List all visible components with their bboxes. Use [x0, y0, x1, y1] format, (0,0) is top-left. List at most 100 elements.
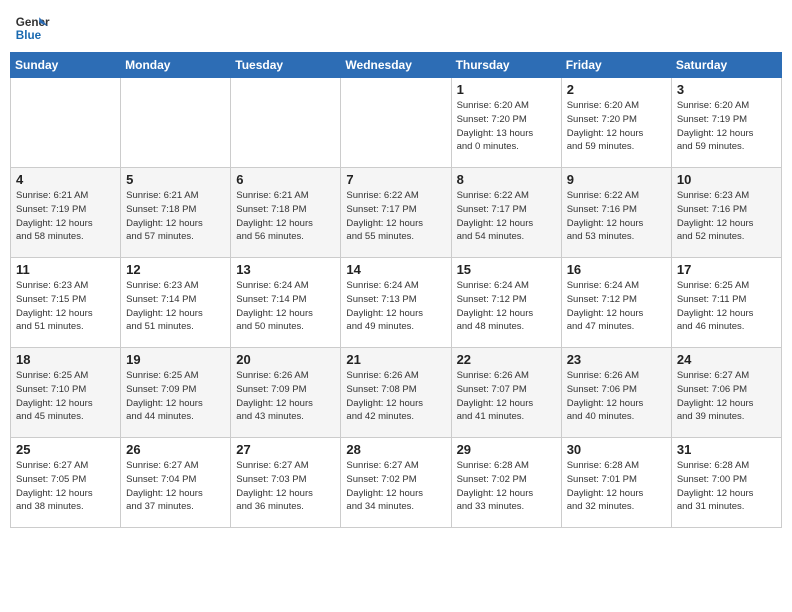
day-number: 19 — [126, 352, 225, 367]
calendar-cell: 6 Sunrise: 6:21 AM Sunset: 7:18 PM Daylig… — [231, 168, 341, 258]
day-info: Sunrise: 6:26 AM Sunset: 7:06 PM Dayligh… — [567, 369, 666, 424]
day-info: Sunrise: 6:21 AM Sunset: 7:18 PM Dayligh… — [236, 189, 335, 244]
day-number: 6 — [236, 172, 335, 187]
day-info: Sunrise: 6:22 AM Sunset: 7:17 PM Dayligh… — [457, 189, 556, 244]
day-number: 2 — [567, 82, 666, 97]
day-info: Sunrise: 6:28 AM Sunset: 7:02 PM Dayligh… — [457, 459, 556, 514]
day-number: 18 — [16, 352, 115, 367]
day-number: 17 — [677, 262, 776, 277]
day-number: 23 — [567, 352, 666, 367]
day-number: 4 — [16, 172, 115, 187]
day-number: 11 — [16, 262, 115, 277]
calendar-cell: 8 Sunrise: 6:22 AM Sunset: 7:17 PM Daylig… — [451, 168, 561, 258]
calendar-cell: 26 Sunrise: 6:27 AM Sunset: 7:04 PM Dayli… — [121, 438, 231, 528]
col-header-wednesday: Wednesday — [341, 53, 451, 78]
day-info: Sunrise: 6:27 AM Sunset: 7:05 PM Dayligh… — [16, 459, 115, 514]
day-info: Sunrise: 6:21 AM Sunset: 7:18 PM Dayligh… — [126, 189, 225, 244]
day-number: 25 — [16, 442, 115, 457]
calendar-cell: 21 Sunrise: 6:26 AM Sunset: 7:08 PM Dayli… — [341, 348, 451, 438]
day-info: Sunrise: 6:25 AM Sunset: 7:11 PM Dayligh… — [677, 279, 776, 334]
day-info: Sunrise: 6:24 AM Sunset: 7:12 PM Dayligh… — [457, 279, 556, 334]
calendar-cell: 24Sunrise: 6:27 AM Sunset: 7:06 PM Dayli… — [671, 348, 781, 438]
day-number: 13 — [236, 262, 335, 277]
calendar-cell: 31 Sunrise: 6:28 AM Sunset: 7:00 PM Dayli… — [671, 438, 781, 528]
day-number: 29 — [457, 442, 556, 457]
calendar-cell: 13 Sunrise: 6:24 AM Sunset: 7:14 PM Dayli… — [231, 258, 341, 348]
col-header-sunday: Sunday — [11, 53, 121, 78]
calendar-cell: 22Sunrise: 6:26 AM Sunset: 7:07 PM Dayli… — [451, 348, 561, 438]
logo-icon: General Blue — [14, 10, 50, 46]
day-number: 30 — [567, 442, 666, 457]
calendar-cell — [341, 78, 451, 168]
calendar-cell: 12 Sunrise: 6:23 AM Sunset: 7:14 PM Dayli… — [121, 258, 231, 348]
calendar-cell: 17 Sunrise: 6:25 AM Sunset: 7:11 PM Dayli… — [671, 258, 781, 348]
calendar-cell — [11, 78, 121, 168]
col-header-thursday: Thursday — [451, 53, 561, 78]
day-number: 24 — [677, 352, 776, 367]
day-info: Sunrise: 6:28 AM Sunset: 7:00 PM Dayligh… — [677, 459, 776, 514]
day-number: 12 — [126, 262, 225, 277]
day-info: Sunrise: 6:20 AM Sunset: 7:20 PM Dayligh… — [567, 99, 666, 154]
calendar-cell: 15 Sunrise: 6:24 AM Sunset: 7:12 PM Dayli… — [451, 258, 561, 348]
calendar-cell: 25 Sunrise: 6:27 AM Sunset: 7:05 PM Dayli… — [11, 438, 121, 528]
day-number: 10 — [677, 172, 776, 187]
day-number: 27 — [236, 442, 335, 457]
calendar-cell: 7Sunrise: 6:22 AM Sunset: 7:17 PM Daylig… — [341, 168, 451, 258]
calendar-cell: 16 Sunrise: 6:24 AM Sunset: 7:12 PM Dayli… — [561, 258, 671, 348]
day-info: Sunrise: 6:25 AM Sunset: 7:09 PM Dayligh… — [126, 369, 225, 424]
day-number: 14 — [346, 262, 445, 277]
day-info: Sunrise: 6:23 AM Sunset: 7:16 PM Dayligh… — [677, 189, 776, 244]
day-number: 15 — [457, 262, 556, 277]
calendar-cell: 30 Sunrise: 6:28 AM Sunset: 7:01 PM Dayli… — [561, 438, 671, 528]
day-number: 9 — [567, 172, 666, 187]
day-info: Sunrise: 6:24 AM Sunset: 7:14 PM Dayligh… — [236, 279, 335, 334]
day-number: 7 — [346, 172, 445, 187]
day-number: 26 — [126, 442, 225, 457]
day-number: 8 — [457, 172, 556, 187]
logo: General Blue — [14, 10, 50, 46]
calendar-cell: 11 Sunrise: 6:23 AM Sunset: 7:15 PM Dayli… — [11, 258, 121, 348]
day-info: Sunrise: 6:27 AM Sunset: 7:04 PM Dayligh… — [126, 459, 225, 514]
calendar-cell: 14 Sunrise: 6:24 AM Sunset: 7:13 PM Dayli… — [341, 258, 451, 348]
day-number: 3 — [677, 82, 776, 97]
col-header-monday: Monday — [121, 53, 231, 78]
svg-text:General: General — [16, 16, 50, 29]
day-number: 31 — [677, 442, 776, 457]
day-number: 16 — [567, 262, 666, 277]
calendar-cell: 5 Sunrise: 6:21 AM Sunset: 7:18 PM Daylig… — [121, 168, 231, 258]
day-info: Sunrise: 6:25 AM Sunset: 7:10 PM Dayligh… — [16, 369, 115, 424]
page-header: General Blue — [10, 10, 782, 46]
calendar-cell: 1 Sunrise: 6:20 AM Sunset: 7:20 PM Daylig… — [451, 78, 561, 168]
calendar-cell: 10 Sunrise: 6:23 AM Sunset: 7:16 PM Dayli… — [671, 168, 781, 258]
calendar-cell: 4Sunrise: 6:21 AM Sunset: 7:19 PM Daylig… — [11, 168, 121, 258]
calendar-cell — [121, 78, 231, 168]
calendar-cell: 3 Sunrise: 6:20 AM Sunset: 7:19 PM Daylig… — [671, 78, 781, 168]
calendar-cell: 27Sunrise: 6:27 AM Sunset: 7:03 PM Dayli… — [231, 438, 341, 528]
day-info: Sunrise: 6:23 AM Sunset: 7:14 PM Dayligh… — [126, 279, 225, 334]
day-info: Sunrise: 6:26 AM Sunset: 7:09 PM Dayligh… — [236, 369, 335, 424]
day-info: Sunrise: 6:28 AM Sunset: 7:01 PM Dayligh… — [567, 459, 666, 514]
day-number: 21 — [346, 352, 445, 367]
day-info: Sunrise: 6:20 AM Sunset: 7:19 PM Dayligh… — [677, 99, 776, 154]
day-number: 20 — [236, 352, 335, 367]
day-info: Sunrise: 6:26 AM Sunset: 7:08 PM Dayligh… — [346, 369, 445, 424]
calendar-cell: 29 Sunrise: 6:28 AM Sunset: 7:02 PM Dayli… — [451, 438, 561, 528]
day-number: 1 — [457, 82, 556, 97]
svg-text:Blue: Blue — [16, 29, 42, 42]
day-info: Sunrise: 6:23 AM Sunset: 7:15 PM Dayligh… — [16, 279, 115, 334]
col-header-friday: Friday — [561, 53, 671, 78]
day-info: Sunrise: 6:22 AM Sunset: 7:16 PM Dayligh… — [567, 189, 666, 244]
calendar-cell: 9 Sunrise: 6:22 AM Sunset: 7:16 PM Daylig… — [561, 168, 671, 258]
calendar-table: SundayMondayTuesdayWednesdayThursdayFrid… — [10, 52, 782, 528]
day-number: 28 — [346, 442, 445, 457]
day-info: Sunrise: 6:24 AM Sunset: 7:12 PM Dayligh… — [567, 279, 666, 334]
calendar-cell: 28 Sunrise: 6:27 AM Sunset: 7:02 PM Dayli… — [341, 438, 451, 528]
calendar-cell — [231, 78, 341, 168]
day-info: Sunrise: 6:20 AM Sunset: 7:20 PM Dayligh… — [457, 99, 556, 154]
day-number: 5 — [126, 172, 225, 187]
day-info: Sunrise: 6:24 AM Sunset: 7:13 PM Dayligh… — [346, 279, 445, 334]
day-info: Sunrise: 6:27 AM Sunset: 7:02 PM Dayligh… — [346, 459, 445, 514]
calendar-cell: 20 Sunrise: 6:26 AM Sunset: 7:09 PM Dayli… — [231, 348, 341, 438]
calendar-cell: 2 Sunrise: 6:20 AM Sunset: 7:20 PM Daylig… — [561, 78, 671, 168]
day-number: 22 — [457, 352, 556, 367]
